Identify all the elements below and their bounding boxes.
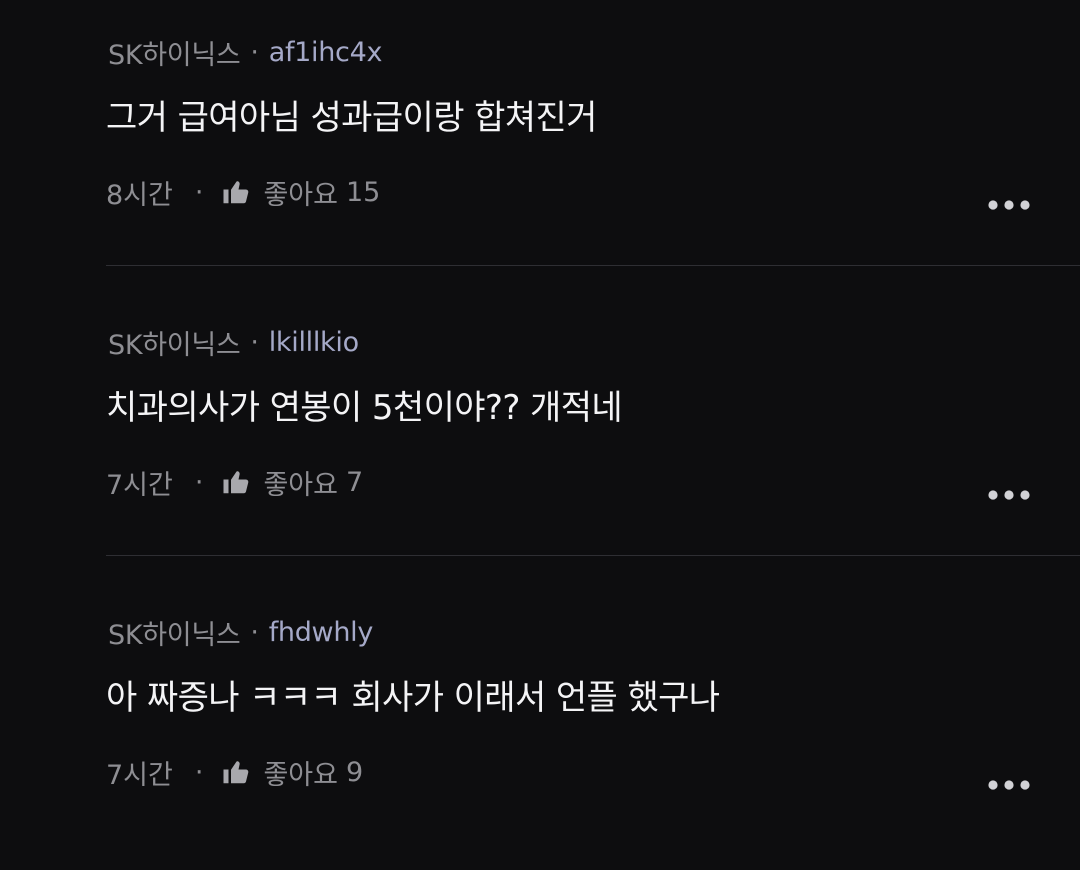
footer-separator: · <box>194 176 204 208</box>
comment-footer: 8시간 · 좋아요 15 <box>106 173 380 211</box>
like-button[interactable]: 좋아요 7 <box>221 463 363 502</box>
thumbs-up-icon <box>223 761 249 784</box>
comment-divider <box>106 265 1080 266</box>
comment-list: SK하이닉스 · af1ihc4x 그거 급여아님 성과급이랑 합쳐진거 8시간… <box>0 0 1080 832</box>
comment-text: 그거 급여아님 성과급이랑 합쳐진거 <box>106 98 597 138</box>
comment-item: SK하이닉스 · lkilllkio 치과의사가 연봉이 5천이야?? 개적네 … <box>0 290 1080 580</box>
like-label: 좋아요 <box>263 759 338 791</box>
comment-text: 아 짜증나 ㅋㅋㅋ 회사가 이래서 언플 했구나 <box>106 678 720 718</box>
footer-separator: · <box>194 756 204 788</box>
company-name[interactable]: SK하이닉스 <box>108 33 241 72</box>
meta-separator: · <box>250 616 259 648</box>
comment-item: SK하이닉스 · fhdwhly 아 짜증나 ㅋㅋㅋ 회사가 이래서 언플 했구… <box>0 580 1080 870</box>
more-options-button[interactable] <box>984 480 1034 510</box>
like-count: 9 <box>345 756 364 788</box>
meta-separator: · <box>250 326 259 358</box>
company-name[interactable]: SK하이닉스 <box>108 613 241 652</box>
like-label: 좋아요 <box>263 179 338 211</box>
thumbs-up-icon <box>223 471 249 494</box>
like-label: 좋아요 <box>263 469 338 501</box>
like-button[interactable]: 좋아요 9 <box>221 753 363 792</box>
more-options-button[interactable] <box>984 190 1034 220</box>
comment-time: 7시간 <box>106 469 173 501</box>
more-horizontal-icon <box>988 780 1030 790</box>
like-count: 15 <box>345 176 381 208</box>
author-name[interactable]: lkilllkio <box>269 327 359 358</box>
comment-time: 7시간 <box>106 759 173 791</box>
more-horizontal-icon <box>988 490 1030 500</box>
comment-text: 치과의사가 연봉이 5천이야?? 개적네 <box>106 388 623 428</box>
more-horizontal-icon <box>988 200 1030 210</box>
comment-footer: 7시간 · 좋아요 7 <box>106 463 363 501</box>
like-count: 7 <box>345 466 364 498</box>
like-button[interactable]: 좋아요 15 <box>221 173 380 212</box>
more-options-button[interactable] <box>984 770 1034 800</box>
footer-separator: · <box>194 466 204 498</box>
comment-item: SK하이닉스 · af1ihc4x 그거 급여아님 성과급이랑 합쳐진거 8시간… <box>0 0 1080 290</box>
comment-divider <box>106 555 1080 556</box>
comment-time: 8시간 <box>106 179 173 211</box>
meta-separator: · <box>250 36 259 68</box>
company-name[interactable]: SK하이닉스 <box>108 323 241 362</box>
thumbs-up-icon <box>223 181 249 204</box>
comment-footer: 7시간 · 좋아요 9 <box>106 753 363 791</box>
comment-meta: SK하이닉스 · fhdwhly <box>108 613 374 652</box>
comment-meta: SK하이닉스 · lkilllkio <box>108 323 359 362</box>
author-name[interactable]: fhdwhly <box>269 617 374 648</box>
comment-meta: SK하이닉스 · af1ihc4x <box>108 33 383 72</box>
author-name[interactable]: af1ihc4x <box>269 37 383 68</box>
